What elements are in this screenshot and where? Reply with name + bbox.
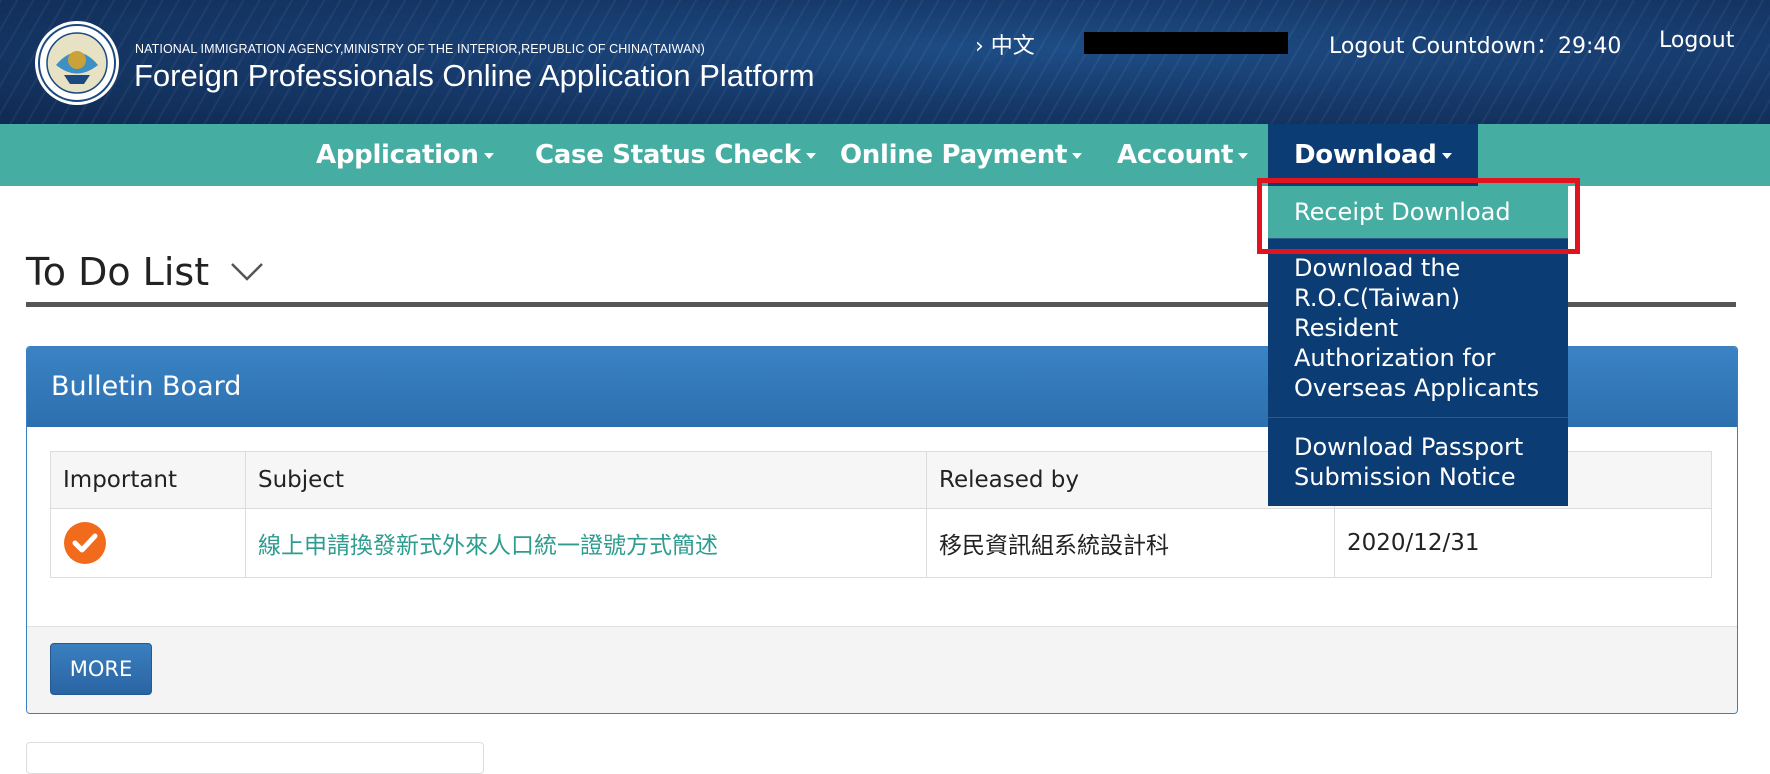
nav-application[interactable]: Application [316,124,494,186]
caret-down-icon [1441,152,1452,159]
chevron-down-icon[interactable] [230,262,264,282]
released-by-cell: 移民資訊組系統設計科 [926,508,1335,578]
column-header-important: Important [50,451,246,509]
caret-down-icon [805,152,816,159]
todo-list-title: To Do List [26,250,210,294]
nav-case-status-check[interactable]: Case Status Check [535,124,816,186]
menu-item-resident-authorization-download[interactable]: Download the R.O.C(Taiwan) Resident Auth… [1268,239,1568,418]
nav-case-status-label: Case Status Check [535,140,801,170]
nav-download-label: Download [1294,140,1437,170]
nav-account[interactable]: Account [1117,124,1249,186]
nav-online-payment[interactable]: Online Payment [840,124,1083,186]
menu-item-passport-submission-notice[interactable]: Download Passport Submission Notice [1268,418,1568,506]
agency-logo-icon[interactable] [34,20,120,106]
important-check-icon [64,522,106,564]
bulletin-footer: MORE [27,626,1737,713]
subject-cell: 線上申請換發新式外來人口統一證號方式簡述 [245,508,927,578]
nav-account-label: Account [1117,140,1234,170]
more-button[interactable]: MORE [50,643,152,695]
date-cell: 2020/12/31 [1334,508,1712,578]
nav-application-label: Application [316,140,479,170]
main-nav: Application Case Status Check Online Pay… [0,124,1770,186]
nav-download[interactable]: Download [1268,124,1478,186]
site-header: NATIONAL IMMIGRATION AGENCY,MINISTRY OF … [0,0,1770,124]
next-panel [26,742,484,774]
caret-down-icon [483,152,494,159]
logout-link[interactable]: Logout [1659,28,1734,53]
nav-online-payment-label: Online Payment [840,140,1068,170]
important-cell [50,508,246,578]
platform-title: Foreign Professionals Online Application… [134,58,815,93]
column-header-subject: Subject [245,451,927,509]
agency-name: NATIONAL IMMIGRATION AGENCY,MINISTRY OF … [135,42,705,56]
subject-link[interactable]: 線上申請換發新式外來人口統一證號方式簡述 [258,533,718,559]
highlight-box [1257,178,1580,254]
redacted-username [1084,32,1288,54]
caret-down-icon [1072,152,1083,159]
table-row: 線上申請換發新式外來人口統一證號方式簡述 移民資訊組系統設計科 2020/12/… [50,508,1712,578]
logout-countdown: Logout Countdown：29:40 [1329,34,1622,59]
caret-down-icon [1238,152,1249,159]
language-switch-link[interactable]: › 中文 [975,28,1035,60]
